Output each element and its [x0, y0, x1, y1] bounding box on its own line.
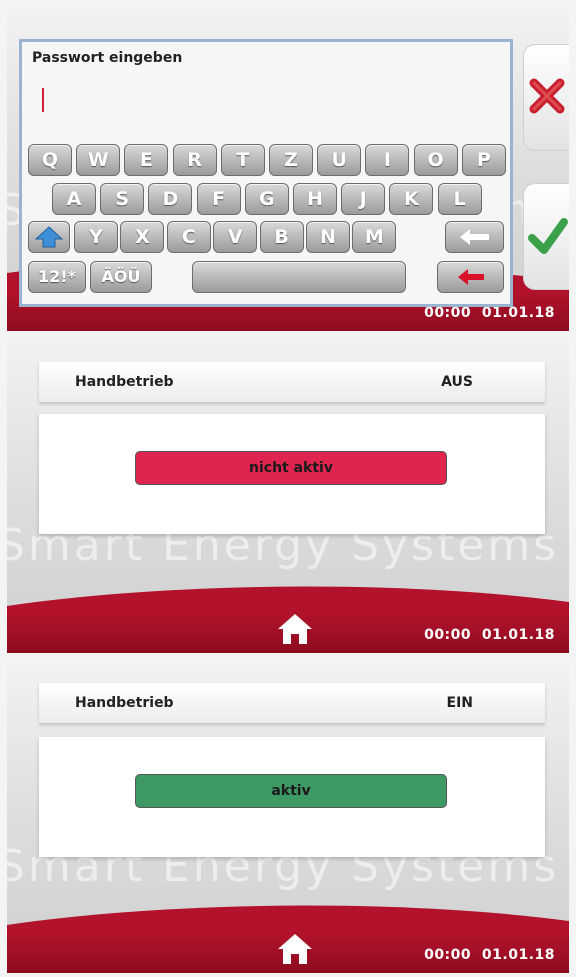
- key-r[interactable]: R: [172, 144, 217, 176]
- key-v[interactable]: V: [213, 221, 258, 253]
- key-k[interactable]: K: [389, 183, 434, 215]
- key-x[interactable]: X: [120, 221, 165, 253]
- footer-datetime: 00:00 01.01.18: [424, 947, 555, 963]
- key-q[interactable]: Q: [28, 144, 72, 176]
- key-n[interactable]: N: [306, 221, 350, 253]
- footer-time: 00:00: [424, 947, 472, 963]
- handbetrieb-status: EIN: [446, 695, 474, 711]
- numbers-key[interactable]: 12!*: [28, 261, 86, 293]
- umlauts-key[interactable]: ÄÖÜ: [90, 261, 152, 293]
- password-input[interactable]: [42, 88, 44, 112]
- enter-key[interactable]: [437, 261, 504, 293]
- handbetrieb-label: Handbetrieb: [75, 374, 174, 390]
- key-t[interactable]: T: [220, 144, 265, 176]
- key-s[interactable]: S: [100, 183, 145, 215]
- footer-time: 00:00: [424, 305, 472, 321]
- handbetrieb-off-screen: Smart Energy Systems Handbetrieb AUS nic…: [7, 338, 569, 653]
- key-g[interactable]: G: [244, 183, 289, 215]
- key-j[interactable]: J: [341, 183, 386, 215]
- key-p[interactable]: P: [461, 144, 506, 176]
- state-box: nicht aktiv: [39, 414, 545, 534]
- key-m[interactable]: M: [352, 221, 397, 253]
- key-u[interactable]: U: [317, 144, 362, 176]
- key-l[interactable]: L: [437, 183, 482, 215]
- key-e[interactable]: E: [124, 144, 169, 176]
- cancel-icon: [529, 78, 565, 114]
- key-d[interactable]: D: [148, 183, 193, 215]
- backspace-icon: [460, 229, 489, 245]
- enter-icon: [458, 269, 484, 285]
- footer-date: 01.01.18: [481, 305, 555, 321]
- state-box: aktiv: [39, 737, 545, 857]
- password-dialog: Passwort eingeben QWERTZUIOP ASDFGHJKL Y…: [19, 39, 513, 307]
- home-icon[interactable]: [275, 611, 315, 647]
- footer-time: 00:00: [424, 627, 472, 643]
- home-icon[interactable]: [275, 931, 315, 967]
- footer-date: 01.01.18: [481, 627, 555, 643]
- handbetrieb-label: Handbetrieb: [75, 695, 174, 711]
- key-i[interactable]: I: [365, 144, 410, 176]
- backspace-key[interactable]: [445, 221, 504, 253]
- key-w[interactable]: W: [76, 144, 121, 176]
- handbetrieb-on-screen: Smart Energy Systems Handbetrieb EIN akt…: [7, 661, 569, 973]
- dialog-title: Passwort eingeben: [32, 50, 183, 66]
- space-key[interactable]: [192, 261, 406, 293]
- not-active-button[interactable]: nicht aktiv: [135, 451, 447, 485]
- handbetrieb-status: AUS: [441, 374, 473, 390]
- key-f[interactable]: F: [196, 183, 241, 215]
- key-z[interactable]: Z: [269, 144, 313, 176]
- footer-bar: 00:00 01.01.18: [7, 613, 569, 653]
- confirm-button[interactable]: [523, 183, 569, 290]
- cancel-button[interactable]: [523, 44, 569, 151]
- key-b[interactable]: B: [259, 221, 304, 253]
- handbetrieb-row: Handbetrieb EIN: [39, 683, 545, 723]
- key-h[interactable]: H: [293, 183, 337, 215]
- key-a[interactable]: A: [52, 183, 96, 215]
- key-c[interactable]: C: [166, 221, 211, 253]
- password-screen: Smart Energy Systems 00:00 01.01.18 Pass…: [7, 7, 569, 331]
- shift-icon: [34, 226, 64, 248]
- footer-datetime: 00:00 01.01.18: [424, 627, 555, 643]
- confirm-icon: [528, 218, 568, 254]
- key-o[interactable]: O: [413, 144, 458, 176]
- footer-bar: 00:00 01.01.18: [7, 933, 569, 973]
- shift-key[interactable]: [28, 221, 70, 253]
- footer-date: 01.01.18: [481, 947, 555, 963]
- handbetrieb-row: Handbetrieb AUS: [39, 362, 545, 402]
- footer-datetime: 00:00 01.01.18: [424, 305, 555, 321]
- active-button[interactable]: aktiv: [135, 774, 447, 808]
- key-y[interactable]: Y: [74, 221, 118, 253]
